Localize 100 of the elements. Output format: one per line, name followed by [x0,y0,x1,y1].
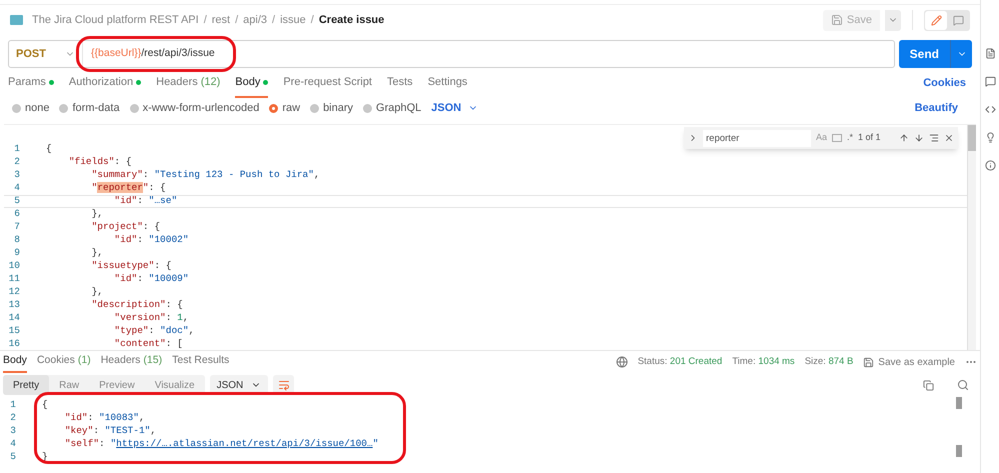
code-line: "type": "doc", [113,324,194,338]
pencil-icon [930,14,942,26]
line-number: 4 [13,181,21,196]
line-number: 12 [8,285,21,300]
code-line: }, [90,207,104,222]
view-mode-tab[interactable]: Pretty [3,375,50,395]
match-case-toggle[interactable]: Aa [816,131,827,145]
line-number: 14 [8,311,21,326]
breadcrumb-item[interactable]: The Jira Cloud platform REST API [32,12,199,28]
code-line: "reporter": { [90,181,166,196]
request-tab[interactable]: Params [8,68,54,98]
lightbulb-icon[interactable] [984,132,996,143]
request-tab[interactable]: Settings [428,68,468,98]
line-number: 4 [9,437,17,452]
find-field[interactable]: reporter [703,130,811,146]
save-icon [830,14,843,26]
line-number: 5 [13,194,21,208]
body-type-radio[interactable]: none [12,100,50,116]
body-type-radio[interactable]: GraphQL [363,100,422,116]
separator: / [235,12,238,28]
code-line: "id": "10083", [64,411,145,426]
separator: / [204,12,207,28]
regex-toggle[interactable]: .* [846,131,853,145]
line-number: 6 [13,207,21,222]
format-dropdown[interactable]: JSON [431,100,478,116]
line-number: 9 [13,246,21,260]
response-tab[interactable]: Test Results [172,351,230,373]
code-line: { [41,398,48,412]
comment-icon[interactable] [984,76,996,87]
line-number: 1 [9,398,17,412]
code-line: }, [90,246,104,260]
separator: / [272,12,276,28]
selection-icon[interactable] [929,133,939,143]
code-line: "project": { [90,220,160,234]
code-line: "id": "…se" [113,194,178,208]
request-tab[interactable]: Tests [387,68,413,98]
search-icon[interactable] [957,379,969,391]
code-line: "id": "10009" [113,272,189,286]
request-tab[interactable]: Headers (12) [156,68,220,98]
previous-match-icon[interactable] [899,133,909,143]
view-mode-tab[interactable]: Raw [49,375,90,395]
code-line: }, [90,285,104,300]
line-number: 7 [13,220,21,234]
code-line: "summary": "Testing 123 - Push to Jira", [90,168,320,182]
code-line: "fields": { [68,155,132,170]
wrap-icon [278,379,290,391]
response-tab[interactable]: Headers (15) [100,351,162,373]
edit-button[interactable] [925,10,947,30]
code-line: "content": [ [113,337,183,350]
document-icon[interactable] [984,48,996,59]
cookies-link[interactable]: Cookies [923,74,966,92]
code-line: "description": { [90,298,183,312]
save-icon [863,356,874,368]
line-number: 16 [8,337,21,350]
code-line: "key": "TEST-1", [64,424,156,438]
scrollbar[interactable] [967,125,976,350]
line-number: 1 [13,142,21,156]
response-tab[interactable]: Cookies (1) [36,351,91,373]
request-tab[interactable]: Authorization [68,68,142,98]
code-icon[interactable] [984,104,996,115]
line-number: 5 [9,450,17,464]
next-match-icon[interactable] [914,133,924,143]
body-type-radio[interactable]: x-www-form-urlencoded [130,100,260,116]
line-number: 3 [9,424,17,438]
line-number: 11 [8,272,21,286]
status-text: Status: 201 Created [638,354,722,369]
separator: / [310,12,314,28]
request-tab[interactable]: Pre-request Script [283,68,372,98]
body-type-radio[interactable]: binary [310,100,354,116]
beautify-link[interactable]: Beautify [914,100,958,116]
comment-icon [952,14,964,26]
copy-icon[interactable] [923,380,934,390]
code-line: { [45,142,52,156]
view-mode-tab[interactable]: Preview [89,375,145,395]
line-number: 15 [8,324,21,338]
line-number: 2 [9,411,17,426]
view-mode-tab[interactable]: Visualize [144,375,205,395]
response-tab[interactable]: Body [3,351,27,373]
line-number: 2 [13,155,21,170]
time-text: Time: 1034 ms [732,354,795,369]
send-button[interactable]: Send [898,40,972,68]
scrollbar[interactable] [956,397,962,457]
info-icon[interactable] [984,160,996,171]
match-count: 1 of 1 [858,131,882,144]
code-line: "issuetype": { [90,259,172,274]
size-text: Size: 874 B [804,354,854,369]
save-example-button[interactable]: Save as example [863,354,955,370]
breadcrumb-item[interactable]: issue [280,12,306,28]
breadcrumb-item: Create issue [318,12,384,28]
breadcrumb-item[interactable]: api/3 [243,12,268,28]
method-dropdown[interactable]: POST [9,41,83,67]
close-icon[interactable] [944,133,954,143]
body-type-radio[interactable]: raw [269,100,300,116]
code-line: "id": "10002" [113,233,189,248]
request-tab[interactable]: Body [235,68,268,98]
breadcrumb-item[interactable]: rest [212,12,230,28]
body-type-radio[interactable]: form-data [59,100,120,116]
line-number: 8 [13,233,21,248]
url-text: {{baseUrl}}/rest/api/3/issue [90,46,215,62]
code-line: "version": 1, [113,311,189,326]
